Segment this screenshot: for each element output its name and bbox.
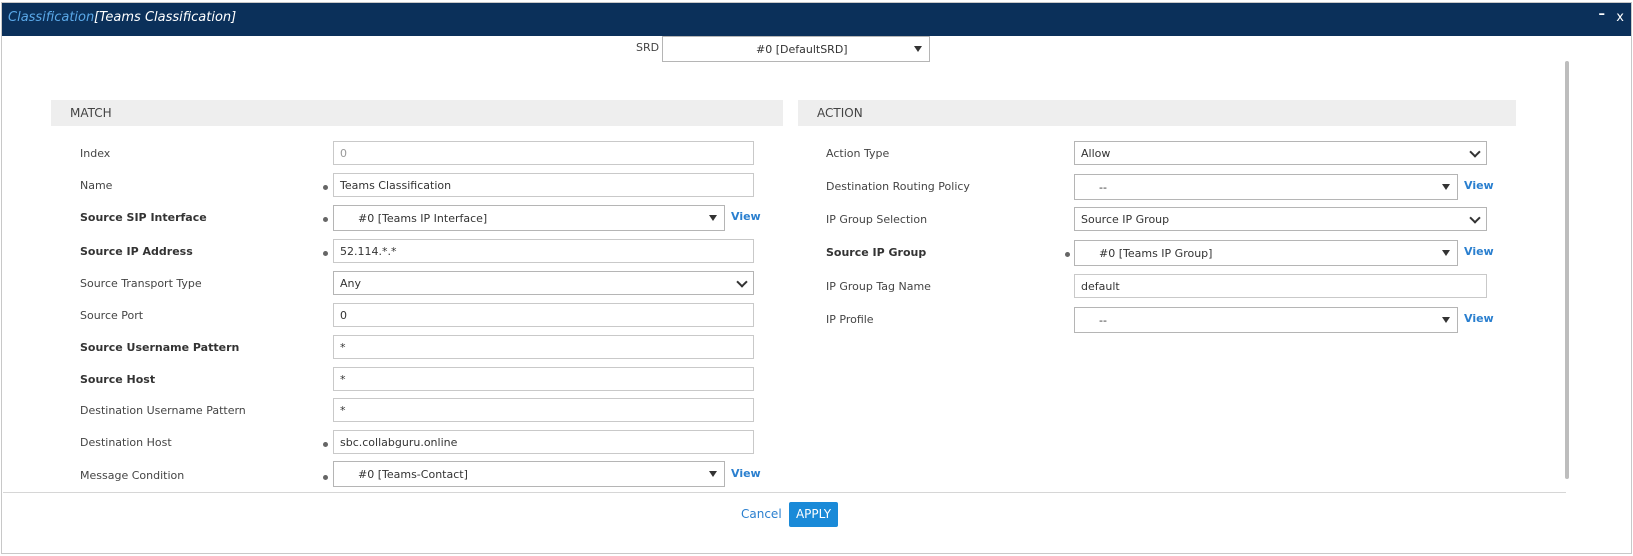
name-label: Name: [80, 179, 113, 192]
ip-group-tag-name-value: default: [1081, 280, 1120, 293]
vertical-scrollbar[interactable]: [1565, 61, 1569, 479]
action-type-value: Allow: [1081, 147, 1111, 160]
action-type-label: Action Type: [826, 147, 890, 160]
ip-profile-view-link[interactable]: View: [1464, 312, 1494, 325]
index-field: 0: [333, 141, 754, 165]
source-sip-interface-select[interactable]: #0 [Teams IP Interface]: [333, 205, 725, 231]
source-host-label: Source Host: [80, 373, 156, 386]
source-sip-interface-label: Source SIP Interface: [80, 211, 207, 224]
message-condition-value: #0 [Teams-Contact]: [358, 468, 468, 481]
source-host-field[interactable]: *: [333, 367, 754, 391]
required-dot-icon: [323, 185, 328, 190]
required-dot-icon: [323, 251, 328, 256]
cancel-button[interactable]: Cancel: [741, 507, 782, 521]
destination-username-pattern-value: *: [340, 404, 346, 417]
name-value: Teams Classification: [340, 179, 452, 192]
source-transport-type-value: Any: [340, 277, 362, 290]
source-ip-address-label: Source IP Address: [80, 245, 193, 258]
chevron-down-icon: [736, 276, 748, 288]
ip-profile-label: IP Profile: [826, 313, 874, 326]
source-username-pattern-field[interactable]: *: [333, 335, 754, 359]
destination-host-value: sbc.collabguru.online: [340, 436, 458, 449]
source-ip-group-label: Source IP Group: [826, 246, 927, 259]
close-button[interactable]: x: [1616, 10, 1624, 25]
caret-down-icon: [709, 215, 717, 221]
match-header-label: MATCH: [70, 106, 112, 120]
required-dot-icon: [1065, 252, 1070, 257]
source-ip-group-select[interactable]: #0 [Teams IP Group]: [1074, 240, 1458, 266]
dialog-subtitle: [Teams Classification]: [94, 10, 237, 25]
source-username-pattern-value: *: [340, 341, 346, 354]
required-dot-icon: [323, 442, 328, 447]
destination-routing-policy-select[interactable]: --: [1074, 174, 1458, 200]
destination-routing-policy-value: --: [1099, 181, 1107, 194]
caret-down-icon: [1442, 317, 1450, 323]
source-port-field[interactable]: 0: [333, 303, 754, 327]
caret-down-icon: [1442, 184, 1450, 190]
ip-group-tag-name-field[interactable]: default: [1074, 274, 1487, 298]
apply-button[interactable]: APPLY: [789, 502, 838, 527]
source-sip-interface-view-link[interactable]: View: [731, 210, 761, 223]
ip-group-selection-value: Source IP Group: [1081, 213, 1170, 226]
source-port-label: Source Port: [80, 309, 144, 322]
srd-value: #0 [DefaultSRD]: [756, 43, 848, 56]
message-condition-select[interactable]: #0 [Teams-Contact]: [333, 461, 725, 487]
action-header-label: ACTION: [817, 106, 863, 120]
ip-group-tag-name-label: IP Group Tag Name: [826, 280, 931, 293]
name-field[interactable]: Teams Classification: [333, 173, 754, 197]
title-bar: Classification [Teams Classification] – …: [2, 3, 1631, 36]
index-label: Index: [80, 147, 111, 160]
ip-profile-select[interactable]: --: [1074, 307, 1458, 333]
required-dot-icon: [323, 475, 328, 480]
srd-label: SRD: [636, 41, 660, 54]
source-ip-address-field[interactable]: 52.114.*.*: [333, 239, 754, 263]
destination-username-pattern-label: Destination Username Pattern: [80, 404, 246, 417]
source-host-value: *: [340, 373, 346, 386]
source-port-value: 0: [340, 309, 347, 322]
destination-routing-policy-label: Destination Routing Policy: [826, 180, 970, 193]
minimize-button[interactable]: –: [1599, 7, 1606, 22]
source-transport-type-label: Source Transport Type: [80, 277, 202, 290]
chevron-down-icon: [1469, 146, 1481, 158]
message-condition-label: Message Condition: [80, 469, 185, 482]
action-section-header: ACTION: [798, 100, 1516, 126]
destination-routing-policy-view-link[interactable]: View: [1464, 179, 1494, 192]
footer-divider: [3, 492, 1566, 493]
ip-group-selection-label: IP Group Selection: [826, 213, 928, 226]
ip-group-selection-select[interactable]: Source IP Group: [1074, 207, 1487, 231]
caret-down-icon: [709, 471, 717, 477]
caret-down-icon: [1442, 250, 1450, 256]
destination-host-field[interactable]: sbc.collabguru.online: [333, 430, 754, 454]
ip-profile-value: --: [1099, 314, 1107, 327]
source-transport-type-select[interactable]: Any: [333, 271, 754, 295]
action-type-select[interactable]: Allow: [1074, 141, 1487, 165]
match-section-header: MATCH: [51, 100, 783, 126]
index-value: 0: [340, 147, 347, 160]
source-sip-interface-value: #0 [Teams IP Interface]: [358, 212, 488, 225]
caret-down-icon: [914, 46, 922, 52]
dialog-title: Classification: [8, 10, 95, 25]
classification-dialog: Classification [Teams Classification] – …: [1, 2, 1632, 554]
srd-select[interactable]: #0 [DefaultSRD]: [662, 36, 930, 62]
source-ip-group-view-link[interactable]: View: [1464, 245, 1494, 258]
source-ip-address-value: 52.114.*.*: [340, 245, 397, 258]
destination-host-label: Destination Host: [80, 436, 172, 449]
destination-username-pattern-field[interactable]: *: [333, 398, 754, 422]
required-dot-icon: [323, 217, 328, 222]
message-condition-view-link[interactable]: View: [731, 467, 761, 480]
chevron-down-icon: [1469, 212, 1481, 224]
source-ip-group-value: #0 [Teams IP Group]: [1099, 247, 1213, 260]
source-username-pattern-label: Source Username Pattern: [80, 341, 240, 354]
